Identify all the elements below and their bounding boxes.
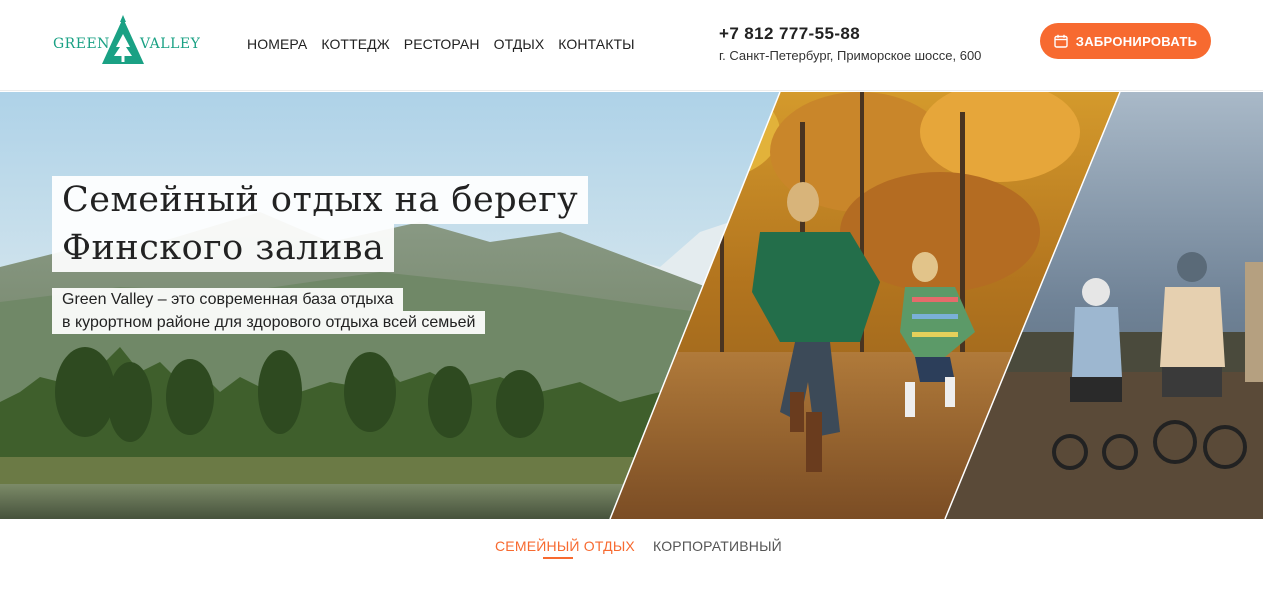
calendar-icon	[1054, 34, 1068, 48]
hero-title-line-1: Семейный отдых на берегу	[52, 176, 589, 224]
hero-banner: Семейный отдых на берегу Финского залива…	[0, 92, 1263, 519]
book-button-label: ЗАБРОНИРОВАТЬ	[1075, 33, 1198, 49]
hero-subtitle: Green Valley – это современная база отды…	[52, 288, 486, 334]
hero-subtitle-line-2: в курортном районе для здорового отдыха …	[52, 311, 486, 334]
hero-title: Семейный отдых на берегу Финского залива	[52, 176, 589, 272]
tab-family-leisure[interactable]: СЕМЕЙНЫЙ ОТДЫХ	[495, 538, 635, 554]
tabs-bar: СЕМЕЙНЫЙ ОТДЫХ КОРПОРАТИВНЫЙ	[0, 519, 1263, 606]
tab-corporate[interactable]: КОРПОРАТИВНЫЙ	[653, 538, 782, 554]
nav-item-contacts[interactable]: КОНТАКТЫ	[558, 36, 634, 52]
active-tab-indicator	[543, 557, 573, 559]
phone-number[interactable]: +7 812 777-55-88	[719, 24, 981, 44]
site-header: GREEN VALLEY НОМЕРА КОТТЕДЖ РЕСТОРАН ОТД…	[0, 0, 1263, 91]
book-button[interactable]: ЗАБРОНИРОВАТЬ	[1040, 23, 1211, 59]
nav-item-restaurant[interactable]: РЕСТОРАН	[404, 36, 480, 52]
nav-item-leisure[interactable]: ОТДЫХ	[494, 36, 545, 52]
hero-title-line-2: Финского залива	[52, 224, 395, 272]
hero-subtitle-line-1: Green Valley – это современная база отды…	[52, 288, 404, 311]
logo-word-valley: VALLEY	[140, 36, 201, 52]
nav-item-cottage[interactable]: КОТТЕДЖ	[321, 36, 389, 52]
nav-item-rooms[interactable]: НОМЕРА	[247, 36, 307, 52]
contact-block: +7 812 777-55-88 г. Санкт-Петербург, При…	[719, 24, 981, 63]
address: г. Санкт-Петербург, Приморское шоссе, 60…	[719, 48, 982, 63]
logo[interactable]: GREEN VALLEY	[53, 14, 201, 66]
main-nav: НОМЕРА КОТТЕДЖ РЕСТОРАН ОТДЫХ КОНТАКТЫ	[247, 36, 649, 52]
